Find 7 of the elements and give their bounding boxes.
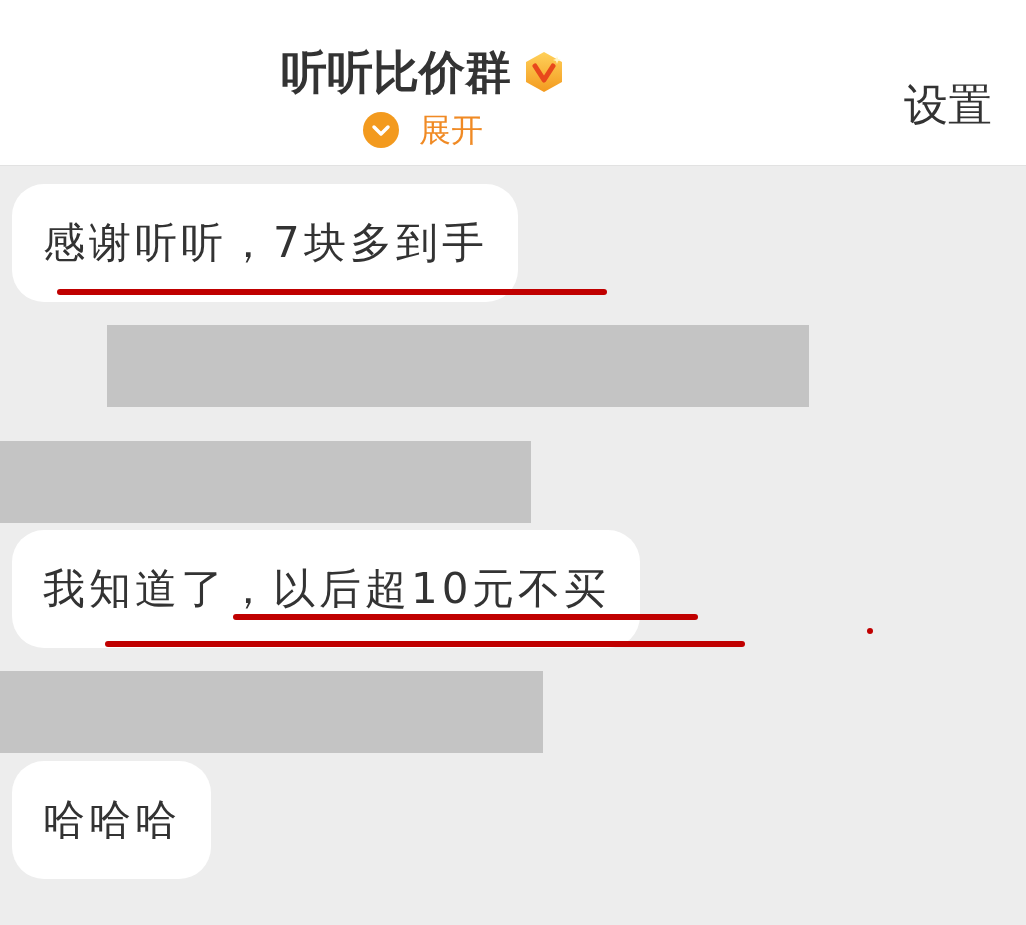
message-bubble: 我知道了，以后超10元不买 bbox=[12, 530, 641, 648]
group-title: 听听比价群 bbox=[281, 44, 511, 100]
settings-button[interactable]: 设置 bbox=[904, 78, 992, 132]
message-bubble: 感谢听听，7块多到手 bbox=[12, 184, 518, 302]
message-bubble: 哈哈哈 bbox=[12, 761, 211, 879]
chevron-down-icon bbox=[363, 112, 399, 148]
dot-mark bbox=[867, 628, 873, 634]
